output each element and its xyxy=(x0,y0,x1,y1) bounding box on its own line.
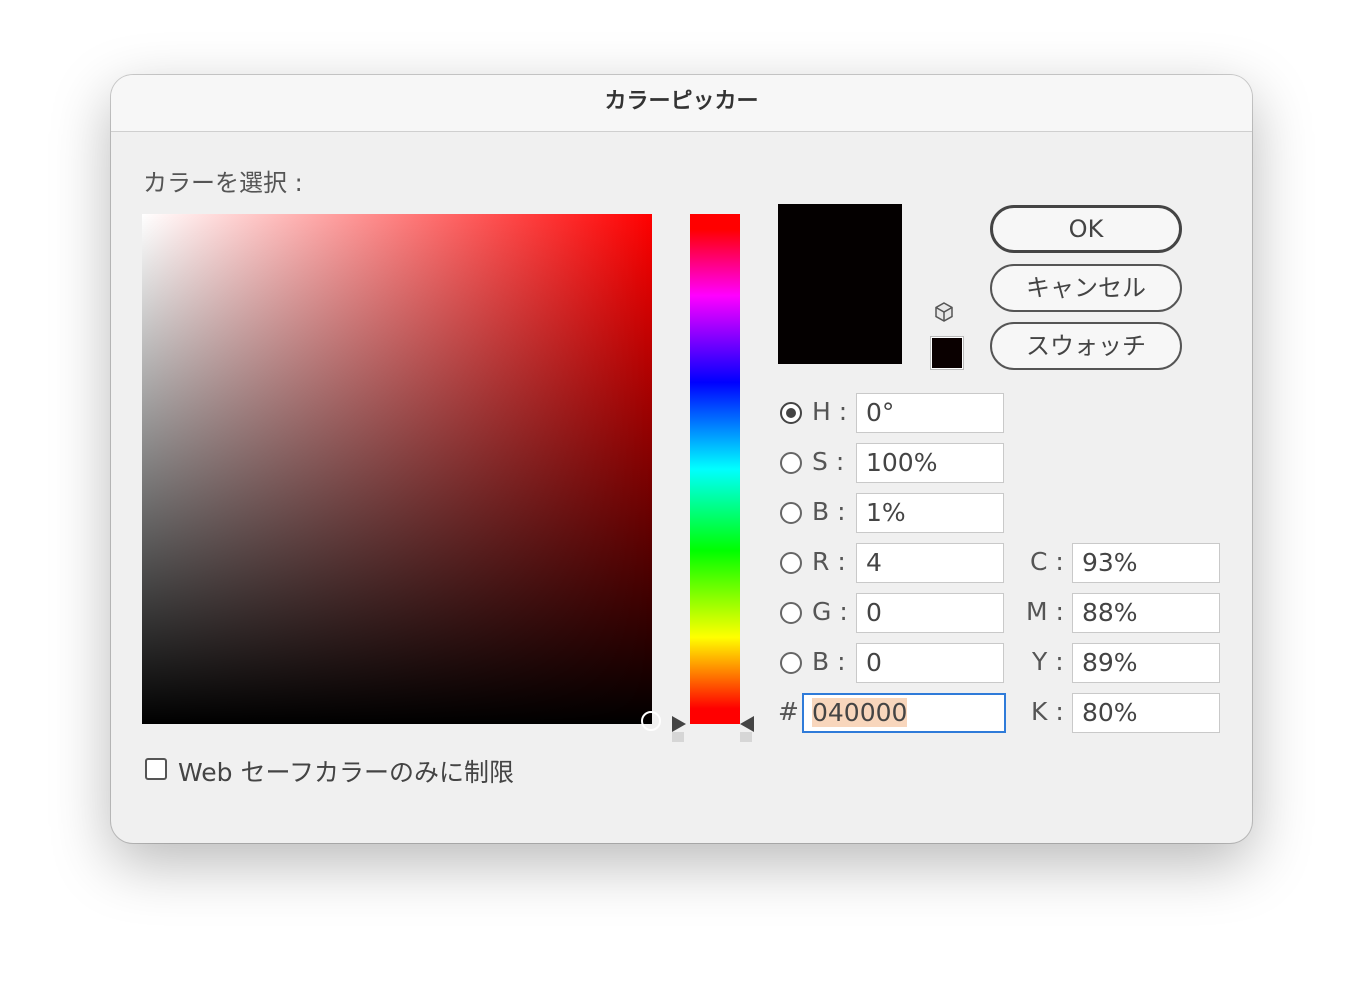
saturation-label: S : xyxy=(812,447,845,476)
radio-red[interactable] xyxy=(780,552,802,574)
cube-icon[interactable] xyxy=(933,301,955,323)
hex-field[interactable]: 040000 xyxy=(802,693,1006,733)
radio-saturation[interactable] xyxy=(780,452,802,474)
swatches-button[interactable]: スウォッチ xyxy=(990,322,1182,370)
dialog-title: カラーピッカー xyxy=(111,75,1252,132)
select-color-label: カラーを選択 : xyxy=(143,169,303,197)
brightness-field[interactable]: 1% xyxy=(856,493,1004,533)
color-field-cursor[interactable] xyxy=(641,711,661,731)
black-label: K : xyxy=(1031,697,1064,726)
hex-label: # xyxy=(778,697,799,726)
magenta-field[interactable]: 88% xyxy=(1072,593,1220,633)
blue-field[interactable]: 0 xyxy=(856,643,1004,683)
web-safe-label[interactable]: Web セーフカラーのみに制限 xyxy=(178,753,514,789)
yellow-field[interactable]: 89% xyxy=(1072,643,1220,683)
hue-slider-left-handle[interactable] xyxy=(672,716,686,732)
color-field[interactable] xyxy=(142,214,652,724)
hex-value: 040000 xyxy=(812,698,908,727)
color-preview xyxy=(778,204,902,364)
hue-handle-base-left xyxy=(672,732,684,742)
radio-blue[interactable] xyxy=(780,652,802,674)
hue-label: H : xyxy=(812,397,848,426)
color-picker-dialog: カラーピッカー カラーを選択 : OK キャンセル スウォッチ H : 0° S… xyxy=(111,75,1252,843)
cyan-field[interactable]: 93% xyxy=(1072,543,1220,583)
radio-brightness[interactable] xyxy=(780,502,802,524)
magenta-label: M : xyxy=(1026,597,1064,626)
hue-slider-right-handle[interactable] xyxy=(740,716,754,732)
green-field[interactable]: 0 xyxy=(856,593,1004,633)
hue-handle-base-right xyxy=(740,732,752,742)
blue-label: B : xyxy=(812,647,846,676)
hue-field[interactable]: 0° xyxy=(856,393,1004,433)
radio-green[interactable] xyxy=(780,602,802,624)
black-field[interactable]: 80% xyxy=(1072,693,1220,733)
red-label: R : xyxy=(812,547,846,576)
radio-hue[interactable] xyxy=(780,402,802,424)
cyan-label: C : xyxy=(1030,547,1064,576)
green-label: G : xyxy=(812,597,848,626)
red-field[interactable]: 4 xyxy=(856,543,1004,583)
web-safe-checkbox[interactable] xyxy=(145,758,167,780)
web-safe-color-swatch[interactable] xyxy=(931,337,963,369)
hue-slider[interactable] xyxy=(690,214,740,724)
ok-button[interactable]: OK xyxy=(990,205,1182,253)
saturation-field[interactable]: 100% xyxy=(856,443,1004,483)
cancel-button[interactable]: キャンセル xyxy=(990,264,1182,312)
brightness-label: B : xyxy=(812,497,846,526)
yellow-label: Y : xyxy=(1032,647,1064,676)
